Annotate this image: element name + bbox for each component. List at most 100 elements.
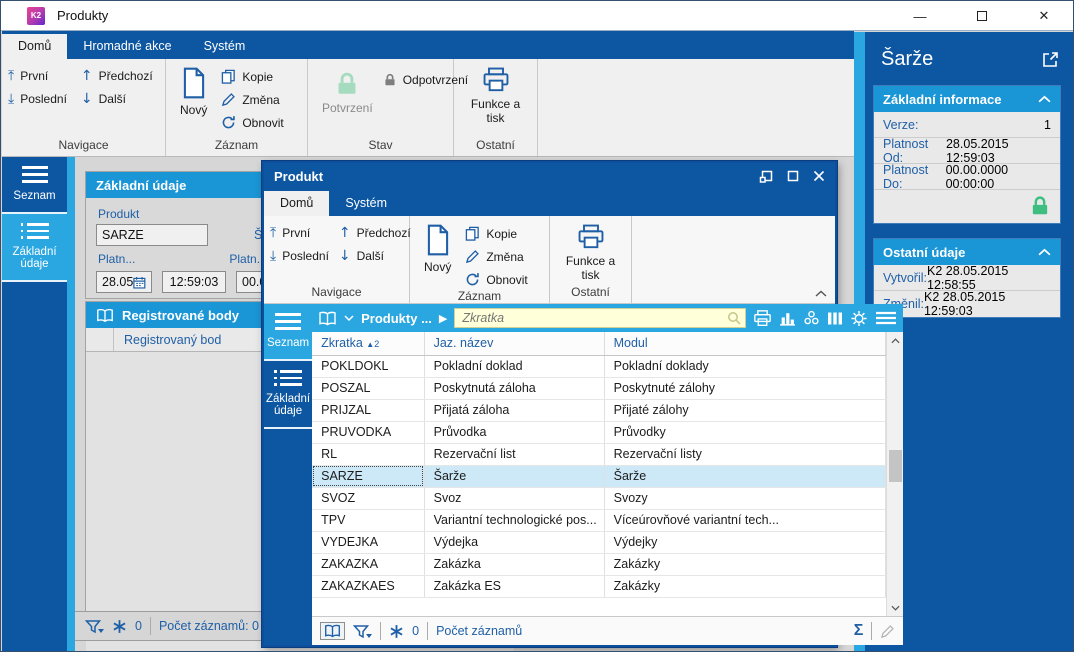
search-input[interactable]	[462, 311, 728, 325]
cell-jaz-nazev[interactable]: Pokladní doklad	[424, 355, 605, 378]
modal-first-button[interactable]: ⤒ První	[270, 226, 329, 240]
date-from-input[interactable]: 28.05	[96, 271, 152, 293]
last-button[interactable]: ⤓ Poslední	[8, 92, 67, 106]
menu-icon[interactable]	[875, 311, 897, 325]
cell-zkratka[interactable]: ZAKAZKA	[312, 553, 425, 576]
table-row[interactable]: VYDEJKA Výdejka Výdejky	[312, 531, 887, 554]
table-row[interactable]: SARZE Šarže Šarže	[312, 465, 887, 488]
cell-modul[interactable]: Zakázky	[604, 575, 887, 598]
minimize-button[interactable]: —	[889, 1, 951, 31]
modal-new-button[interactable]: Nový	[416, 220, 459, 274]
chart-icon[interactable]	[779, 311, 796, 326]
time-from-input[interactable]: 12:59:03	[162, 271, 226, 293]
cell-modul[interactable]: Průvodky	[604, 421, 887, 444]
cell-jaz-nazev[interactable]: Přijatá záloha	[424, 399, 605, 422]
cell-zkratka[interactable]: PRUVODKA	[312, 421, 425, 444]
cell-modul[interactable]: Pokladní doklady	[604, 355, 887, 378]
change-button[interactable]: Změna	[221, 92, 283, 107]
tab-hromadne-akce[interactable]: Hromadné akce	[67, 34, 187, 59]
changes-icon[interactable]	[112, 619, 127, 634]
column-header-zkratka[interactable]: Zkratka ▲2	[312, 332, 425, 356]
vertical-scrollbar[interactable]	[886, 332, 904, 616]
cell-zkratka[interactable]: SVOZ	[312, 487, 425, 510]
scroll-up-icon[interactable]	[887, 332, 903, 349]
filter-icon[interactable]	[353, 624, 373, 639]
modal-refresh-button[interactable]: Obnovit	[465, 272, 528, 287]
cell-modul[interactable]: Přijaté zálohy	[604, 399, 887, 422]
filter-icon[interactable]	[85, 619, 104, 634]
maximize-button[interactable]	[951, 1, 1013, 31]
sidebar-item-seznam[interactable]: Seznam	[2, 157, 67, 214]
column-header-jaz-nazev[interactable]: Jaz. název	[424, 332, 605, 356]
cell-modul[interactable]: Šarže	[604, 465, 887, 488]
collapse-section-icon[interactable]	[1038, 248, 1051, 256]
cell-zkratka[interactable]: ZAKAZKAES	[312, 575, 425, 598]
play-button[interactable]: ▶	[439, 312, 447, 325]
columns-icon[interactable]	[827, 311, 843, 326]
cell-jaz-nazev[interactable]: Šarže	[424, 465, 605, 488]
table-row[interactable]: PRIJZAL Přijatá záloha Přijaté zálohy	[312, 399, 887, 422]
settings-gear-icon[interactable]	[850, 310, 868, 327]
modal-tab-domu[interactable]: Domů	[264, 191, 330, 216]
cell-jaz-nazev[interactable]: Variantní technologické pos...	[424, 509, 605, 532]
table-row[interactable]: PRUVODKA Průvodka Průvodky	[312, 421, 887, 444]
new-button[interactable]: Nový	[172, 63, 215, 117]
book-view-toggle[interactable]	[320, 622, 346, 640]
scrollbar-thumb[interactable]	[889, 450, 903, 482]
cell-zkratka[interactable]: VYDEJKA	[312, 531, 425, 554]
modal-copy-button[interactable]: Kopie	[465, 226, 527, 241]
cell-modul[interactable]: Poskytnuté zálohy	[604, 377, 887, 400]
changes-icon[interactable]	[389, 624, 404, 639]
open-external-icon[interactable]	[1042, 51, 1059, 68]
sidebar-item-zakladni-udaje[interactable]: Základní údaje	[2, 214, 67, 282]
collapse-section-icon[interactable]	[1038, 95, 1051, 103]
cell-jaz-nazev[interactable]: Průvodka	[424, 421, 605, 444]
cell-modul[interactable]: Víceúrovňové variantní tech...	[604, 509, 887, 532]
cell-jaz-nazev[interactable]: Rezervační list	[424, 443, 605, 466]
table-row[interactable]: ZAKAZKA Zakázka Zakázky	[312, 553, 887, 576]
table-row[interactable]: POSZAL Poskytnutá záloha Poskytnuté zálohy	[312, 377, 887, 400]
cell-zkratka[interactable]: POSZAL	[312, 377, 425, 400]
sum-icon[interactable]: Σ	[854, 622, 864, 640]
view-title[interactable]: Produkty ...	[361, 311, 432, 326]
cell-zkratka[interactable]: PRIJZAL	[312, 399, 425, 422]
first-button[interactable]: ⤒ První	[8, 69, 67, 83]
cell-zkratka[interactable]: RL	[312, 443, 425, 466]
column-header-modul[interactable]: Modul	[604, 332, 887, 356]
cell-jaz-nazev[interactable]: Výdejka	[424, 531, 605, 554]
modal-last-button[interactable]: ⤓ Poslední	[270, 249, 329, 263]
book-icon[interactable]	[318, 311, 337, 326]
close-button[interactable]: ✕	[1013, 1, 1073, 31]
modal-close-icon[interactable]	[813, 170, 825, 182]
cell-modul[interactable]: Výdejky	[604, 531, 887, 554]
cell-modul[interactable]: Svozy	[604, 487, 887, 510]
modal-sidebar-item-zakladni-udaje[interactable]: Základní údaje	[264, 361, 313, 429]
modal-maximize-icon[interactable]	[787, 170, 799, 182]
next-button[interactable]: ↓ Další	[81, 92, 153, 106]
cell-zkratka[interactable]: POKLDOKL	[312, 355, 425, 378]
refresh-button[interactable]: Obnovit	[221, 115, 284, 130]
modal-next-button[interactable]: ↓ Další	[339, 249, 411, 263]
modal-prev-button[interactable]: ↑ Předchozí	[339, 226, 411, 240]
modal-print-functions-button[interactable]: Funkce a tisk	[556, 220, 625, 282]
collapse-ribbon-icon[interactable]	[815, 290, 827, 297]
print-functions-button[interactable]: Funkce a tisk	[460, 63, 531, 125]
prev-button[interactable]: ↑ Předchozí	[81, 69, 153, 83]
table-row[interactable]: RL Rezervační list Rezervační listy	[312, 443, 887, 466]
chevron-down-icon[interactable]	[344, 315, 354, 321]
modal-sidebar-item-seznam[interactable]: Seznam	[264, 304, 313, 361]
product-input[interactable]: SARZE	[96, 224, 208, 246]
float-window-icon[interactable]	[759, 170, 773, 183]
table-row[interactable]: TPV Variantní technologické pos... Víceúro…	[312, 509, 887, 532]
table-row[interactable]: SVOZ Svoz Svozy	[312, 487, 887, 510]
table-row[interactable]: POKLDOKL Pokladní doklad Pokladní doklady	[312, 355, 887, 378]
cell-jaz-nazev[interactable]: Svoz	[424, 487, 605, 510]
pivot-icon[interactable]	[803, 310, 820, 326]
scroll-down-icon[interactable]	[887, 599, 903, 616]
cell-modul[interactable]: Zakázky	[604, 553, 887, 576]
modal-tab-system[interactable]: Systém	[329, 191, 403, 216]
cell-modul[interactable]: Rezervační listy	[604, 443, 887, 466]
table-row[interactable]: ZAKAZKAES Zakázka ES Zakázky	[312, 575, 887, 598]
cell-jaz-nazev[interactable]: Zakázka	[424, 553, 605, 576]
cell-jaz-nazev[interactable]: Zakázka ES	[424, 575, 605, 598]
